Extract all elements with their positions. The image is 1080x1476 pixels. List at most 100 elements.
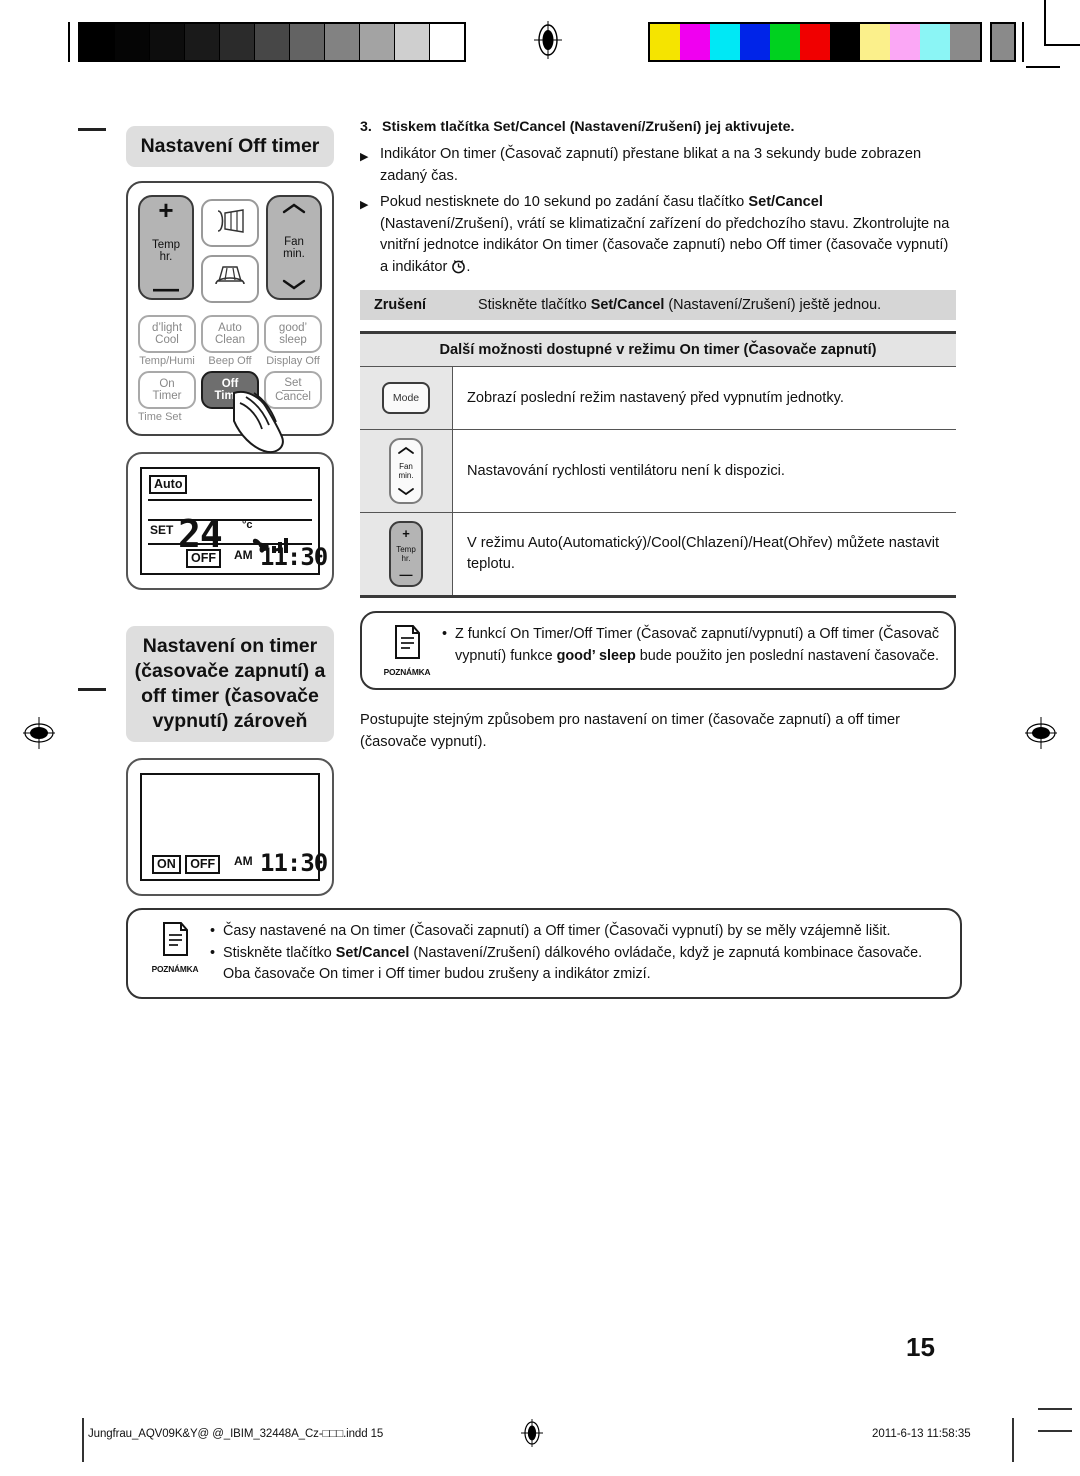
lcd-display-panel-2: ON OFF AM 11:30 [126, 758, 334, 896]
horizontal-swing-icon [212, 264, 248, 295]
lcd2-ampm: AM [234, 854, 253, 868]
horizontal-swing-button[interactable] [201, 255, 259, 303]
footer-filename: Jungfrau_AQV09K&Y@ @_IBIM_32448A_Cz-□□□.… [88, 1428, 384, 1440]
fan-button-graphic: Fan min. [389, 438, 423, 504]
print-footer: Jungfrau_AQV09K&Y@ @_IBIM_32448A_Cz-□□□.… [0, 1400, 1080, 1476]
registration-mark-footer [517, 1418, 547, 1448]
note-caption: POZNÁMKA [383, 667, 431, 677]
temp-label: Temp hr. [151, 238, 181, 263]
bullet-dot-icon: • [442, 626, 448, 642]
note-body: • Časy nastavené na On timer (Časovači z… [206, 921, 944, 986]
lcd-temp-unit: °c [242, 519, 253, 531]
note-icon-group: POZNÁMKA [376, 624, 438, 677]
section-title-off-timer: Nastavení Off timer [126, 126, 334, 167]
temp-hr-button[interactable]: + Temp hr. — [138, 195, 194, 303]
bullet-text: Indikátor On timer (Časovač zapnutí) pře… [380, 146, 922, 184]
auto-clean-button[interactable]: Auto Clean [201, 315, 259, 353]
dlight-cool-button[interactable]: d’light Cool [138, 315, 196, 353]
options-table-header: Další možnosti dostupné v režimu On time… [360, 334, 956, 367]
bullet-dot-icon: • [210, 923, 216, 939]
fan-speed-button-icon: Fan min. [360, 430, 453, 512]
note-line: • Stiskněte tlačítko Set/Cancel (Nastave… [210, 943, 944, 986]
cancel-instruction-row: Zrušení Stiskněte tlačítko Set/Cancel (N… [360, 290, 956, 320]
note-icon-group: POZNÁMKA [144, 921, 206, 986]
chevron-down-icon [281, 278, 307, 293]
good-sleep-button[interactable]: good’ sleep [264, 315, 322, 353]
bullet-item: ▶ Pokud nestisknete do 10 sekund po zadá… [360, 192, 956, 281]
triangle-bullet-icon: ▶ [360, 151, 369, 163]
table-row: Mode Zobrazí poslední režim nastavený př… [360, 367, 956, 430]
on-timer-button[interactable]: On Timer [138, 371, 196, 409]
right-column: 3. Stiskem tlačítka Set/Cancel (Nastaven… [360, 118, 956, 753]
document-note-icon [159, 921, 191, 962]
cancel-label: Zrušení [374, 297, 426, 313]
vertical-swing-button[interactable] [201, 199, 259, 247]
mode-button-icon: Mode [360, 367, 453, 429]
time-set-sublabel: Time Set [138, 411, 182, 423]
document-note-icon [391, 624, 423, 665]
bullet-dot-icon: • [210, 944, 216, 961]
table-cell-text: V režimu Auto(Automatický)/Cool(Chlazení… [467, 535, 940, 572]
lcd2-time: 11:30 [260, 849, 328, 877]
lcd-screen-2: ON OFF AM 11:30 [140, 773, 328, 881]
temp-humi-sublabel: Temp/Humi [139, 355, 195, 367]
fan-label: Fan min. [283, 235, 305, 260]
minus-icon: — [153, 273, 179, 303]
bullet-text: Pokud nestisknete do 10 sekund po zadání… [380, 192, 956, 281]
table-row: Fan min. Nastavování rychlosti ventiláto… [360, 430, 956, 513]
page-number: 15 [906, 1332, 935, 1362]
mode-badge-auto: Auto [149, 475, 188, 494]
mode-button-graphic: Mode [382, 382, 430, 414]
note-line: • Časy nastavené na On timer (Časovači z… [210, 921, 944, 943]
cancel-text: Stiskněte tlačítko Set/Cancel (Nastavení… [478, 297, 882, 313]
lcd-temperature: 24 [178, 512, 223, 556]
timer-badge-off-2: OFF [185, 855, 221, 874]
table-cell-text: Nastavování rychlosti ventilátoru není k… [467, 462, 785, 479]
lcd-time: 11:30 [260, 543, 328, 571]
options-table: Další možnosti dostupné v režimu On time… [360, 331, 956, 598]
lcd-ampm: AM [234, 548, 253, 562]
table-row: + Temp hr. — V režimu Auto(Automatický)/… [360, 513, 956, 595]
footer-timestamp: 2011-6-13 11:58:35 [872, 1428, 971, 1440]
timer-badge-on: ON [152, 855, 181, 874]
pointing-hand-icon [230, 387, 304, 457]
plus-icon: + [158, 195, 174, 225]
temp-button-graphic: + Temp hr. — [389, 521, 423, 587]
timer-badge-off: OFF [186, 549, 221, 568]
closing-paragraph: Postupujte stejným způsobem pro nastaven… [360, 712, 900, 750]
swing-buttons-group [201, 195, 259, 303]
vertical-swing-icon [212, 208, 248, 239]
note-text: Stiskněte tlačítko Set/Cancel (Nastavení… [223, 944, 923, 983]
lcd-set-label: SET [150, 523, 174, 537]
bullet-item: ▶ Indikátor On timer (Časovač zapnutí) p… [360, 144, 956, 187]
note-line: • Z funkcí On Timer/Off Timer (Časovač z… [442, 624, 940, 667]
step-text: Stiskem tlačítka Set/Cancel (Nastavení/Z… [382, 119, 795, 135]
step-3-bullets: ▶ Indikátor On timer (Časovač zapnutí) p… [360, 144, 956, 281]
plus-icon: + [402, 526, 410, 541]
triangle-bullet-icon: ▶ [360, 199, 369, 211]
minus-icon: — [399, 567, 413, 582]
clock-indicator-icon [451, 259, 466, 282]
note-text: Časy nastavené na On timer (Časovači zap… [223, 923, 891, 939]
note-box-2: POZNÁMKA • Časy nastavené na On timer (Č… [126, 908, 962, 999]
chevron-down-icon [397, 486, 415, 497]
note-box-1: POZNÁMKA • Z funkcí On Timer/Off Timer (… [360, 611, 956, 690]
lcd-screen-1: Auto SET 24 °c OFF AM 11:30 [140, 467, 328, 575]
beep-off-sublabel: Beep Off [208, 355, 252, 367]
remote-control-illustration: + Temp hr. — Fan min. d’light Cool Temp/… [126, 181, 334, 453]
note-text: Z funkcí On Timer/Off Timer (Časovač zap… [455, 626, 940, 664]
fan-mini-label: Fan min. [398, 462, 414, 480]
manual-page: Nastavení Off timer + Temp hr. — Fan min… [0, 0, 1080, 1476]
step-3: 3. Stiskem tlačítka Set/Cancel (Nastaven… [360, 118, 956, 137]
fan-min-button[interactable]: Fan min. [266, 195, 322, 300]
chevron-up-icon [397, 445, 415, 456]
temp-mini-label: Temp hr. [396, 545, 416, 563]
lcd-display-panel-1: Auto SET 24 °c OFF AM 11:30 [126, 452, 334, 590]
step-number: 3. [360, 119, 372, 135]
chevron-up-icon [281, 202, 307, 217]
note-body: • Z funkcí On Timer/Off Timer (Časovač z… [438, 624, 940, 677]
display-off-sublabel: Display Off [266, 355, 320, 367]
note-caption: POZNÁMKA [151, 964, 199, 974]
section-title-on-off-timer: Nastavení on timer (časovače zapnutí) a … [126, 626, 334, 742]
table-cell-text: Zobrazí poslední režim nastavený před vy… [467, 389, 844, 406]
